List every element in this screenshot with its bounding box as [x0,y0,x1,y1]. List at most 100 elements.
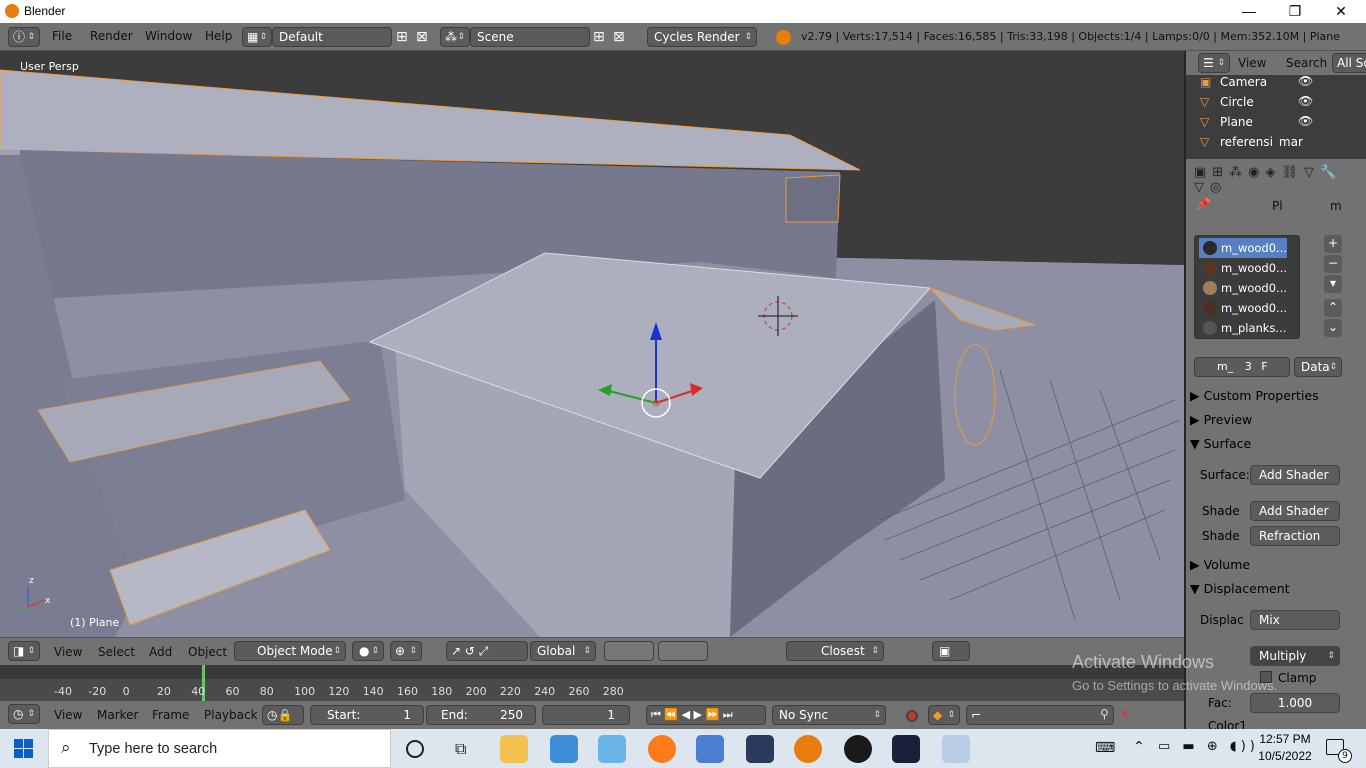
menu-window[interactable]: Window [145,29,192,43]
layers-grid[interactable] [604,641,654,661]
scene-icon[interactable]: ⁂ ⇕ [440,27,470,47]
keyboard-icon[interactable]: ⌨ [1095,740,1115,756]
layers-grid-2[interactable] [658,641,708,661]
current-frame-field[interactable]: 1 [542,705,630,725]
remove-scene-icon[interactable]: ⊠ [613,29,625,45]
outliner-item-camera[interactable]: ▣ Camera 👁 [1186,73,1356,93]
taskbar-search-box[interactable]: ⌕ Type here to search [48,729,391,768]
editor-type-info-icon[interactable]: ⓘ ⇕ [8,27,40,47]
outliner-menu-view[interactable]: View [1238,56,1266,70]
keying-set-icon[interactable]: ◆ ⇕ [928,705,960,725]
properties-context-tabs[interactable]: ▣⊞⁂◉◈⛓▽🔧▽◎ [1194,165,1364,195]
remove-screen-icon[interactable]: ⊠ [416,29,428,45]
timeline-menu-view[interactable]: View [54,708,82,722]
panel-surface[interactable]: ▼ Surface [1190,433,1360,455]
manipulator-toggle[interactable]: ↗ ↺ ⤢ [446,641,528,661]
snap-element-select[interactable]: Closest ⇕ [786,641,884,661]
timeline-area[interactable]: -40 -20 0 20 40 60 80 100 120 140 160 180 200 220 240 2… [0,665,1184,701]
menu-render[interactable]: Render [90,29,133,43]
timeline-menu-frame[interactable]: Frame [152,708,189,722]
outliner-item-referensi[interactable]: ▽ referensi_mar [1186,133,1356,147]
remove-slot-button[interactable]: − [1324,255,1342,273]
media-app-icon[interactable] [746,735,774,763]
viewport-shading-select[interactable]: ● ⇕ [352,641,384,661]
visibility-eye-icon[interactable]: 👁 [1298,74,1313,88]
menu-add[interactable]: Add [149,645,172,659]
dolphin-app-icon[interactable] [550,735,578,763]
frame-ruler[interactable] [0,665,1184,679]
puzzle-app-icon[interactable] [598,735,626,763]
3d-viewport[interactable]: User Persp (1) Plane z x [0,51,1184,637]
playback-controls[interactable]: ⏮ ⏪ ◀ ▶ ⏩ ⏭ [646,705,766,725]
render-engine-select[interactable]: Cycles Render ⇕ [647,27,757,47]
menu-select[interactable]: Select [98,645,135,659]
material-slot-list[interactable]: m_wood0... m_wood0... m_wood0... m_wood0… [1194,235,1300,339]
blender-taskbar-icon[interactable] [794,735,822,763]
editor-type-3d-icon[interactable]: ◨ ⇕ [8,641,40,661]
show-hidden-icons-icon[interactable]: ⌃ [1133,739,1145,755]
menu-help[interactable]: Help [205,29,232,43]
menu-file[interactable]: File [52,29,72,43]
timeline-menu-marker[interactable]: Marker [97,708,138,722]
visibility-eye-icon[interactable]: 👁 [1298,94,1313,108]
minimize-button[interactable]: — [1226,0,1272,23]
delete-keyframe-icon[interactable]: ✕ [1120,707,1130,721]
record-icon[interactable] [906,710,918,722]
surface-shader-select[interactable]: Add Shader [1250,465,1340,485]
end-frame-field[interactable]: End: 250 [426,705,536,725]
add-scene-icon[interactable]: ⊞ [593,29,605,45]
menu-object[interactable]: Object [188,645,227,659]
add-screen-icon[interactable]: ⊞ [396,29,408,45]
editor-type-outliner-icon[interactable]: ☰ ⇕ [1198,53,1230,73]
maximize-button[interactable]: ❐ [1272,0,1318,23]
material-slot[interactable]: m_wood0... [1199,238,1287,258]
editor-type-timeline-icon[interactable]: ◷ ⇕ [8,704,40,724]
pin-icon[interactable]: 📌 [1196,197,1211,211]
outliner-menu-search[interactable]: Search [1286,56,1327,70]
panel-displacement[interactable]: ▼ Displacement [1190,578,1360,600]
screen-layout-icon[interactable]: ▦ ⇕ [242,27,272,47]
pivot-point-select[interactable]: ⊕ ⇕ [390,641,422,661]
scene-field[interactable]: Scene [470,27,590,47]
timeline-menu-playback[interactable]: Playback [204,708,258,722]
add-slot-button[interactable]: + [1324,235,1342,253]
panel-custom-properties[interactable]: ▶ Custom Properties [1190,385,1360,407]
unreal-engine-icon[interactable] [844,735,872,763]
render-icon[interactable]: ▣ [932,641,970,661]
transform-orientation-select[interactable]: Global ⇕ [530,641,596,661]
task-view-icon[interactable]: ⧉ [455,739,466,759]
blue-app-icon[interactable] [696,735,724,763]
keying-set-field[interactable]: ⌐ [966,705,1114,725]
move-slot-down-button[interactable]: ⌄ [1324,319,1342,337]
insert-keyframe-icon[interactable]: ⚲ [1100,707,1109,721]
taskbar-clock[interactable]: 12:57 PM 10/5/2022 [1250,731,1320,765]
material-slot[interactable]: m_wood0... [1199,278,1287,298]
outliner-item-circle[interactable]: ▽ Circle 👁 [1186,93,1356,113]
preview-range-icon[interactable]: ◷🔒 [262,705,304,725]
fac-field[interactable]: 1.000 [1250,693,1340,713]
material-slot[interactable]: m_planks... [1199,318,1287,338]
close-button[interactable]: ✕ [1318,0,1364,23]
sync-mode-select[interactable]: No Sync ⇕ [772,705,886,725]
start-frame-field[interactable]: Start: 1 [310,705,424,725]
shader-input-2-select[interactable]: Refraction BSDF [1250,526,1340,546]
blend-type-select[interactable]: Multiply ⇕ [1250,646,1340,666]
firefox-icon[interactable] [648,735,676,763]
start-windows-icon[interactable] [14,739,34,759]
interaction-mode-select[interactable]: Object Mode ⇕ [234,641,346,661]
material-slot[interactable]: m_wood0... [1199,298,1287,318]
file-explorer-icon[interactable] [500,735,528,763]
panel-volume[interactable]: ▶ Volume [1190,554,1360,576]
menu-view[interactable]: View [54,645,82,659]
material-link-select[interactable]: Data ⇕ [1294,357,1342,377]
slot-specials-button[interactable]: ▾ [1324,275,1342,293]
system-tray-icons[interactable]: ▭ ▬ ⊕ ◖)) [1158,739,1259,754]
cortana-icon[interactable] [406,740,424,758]
move-slot-up-button[interactable]: ⌃ [1324,299,1342,317]
dark-app-icon[interactable] [892,735,920,763]
material-datablock-field[interactable]: m_ 3 F [1194,357,1290,377]
screen-layout-field[interactable]: Default [272,27,392,47]
shader-input-1-select[interactable]: Add Shader [1250,501,1340,521]
displacement-node-select[interactable]: Mix [1250,610,1340,630]
outliner-item-plane[interactable]: ▽ Plane 👁 [1186,113,1356,133]
